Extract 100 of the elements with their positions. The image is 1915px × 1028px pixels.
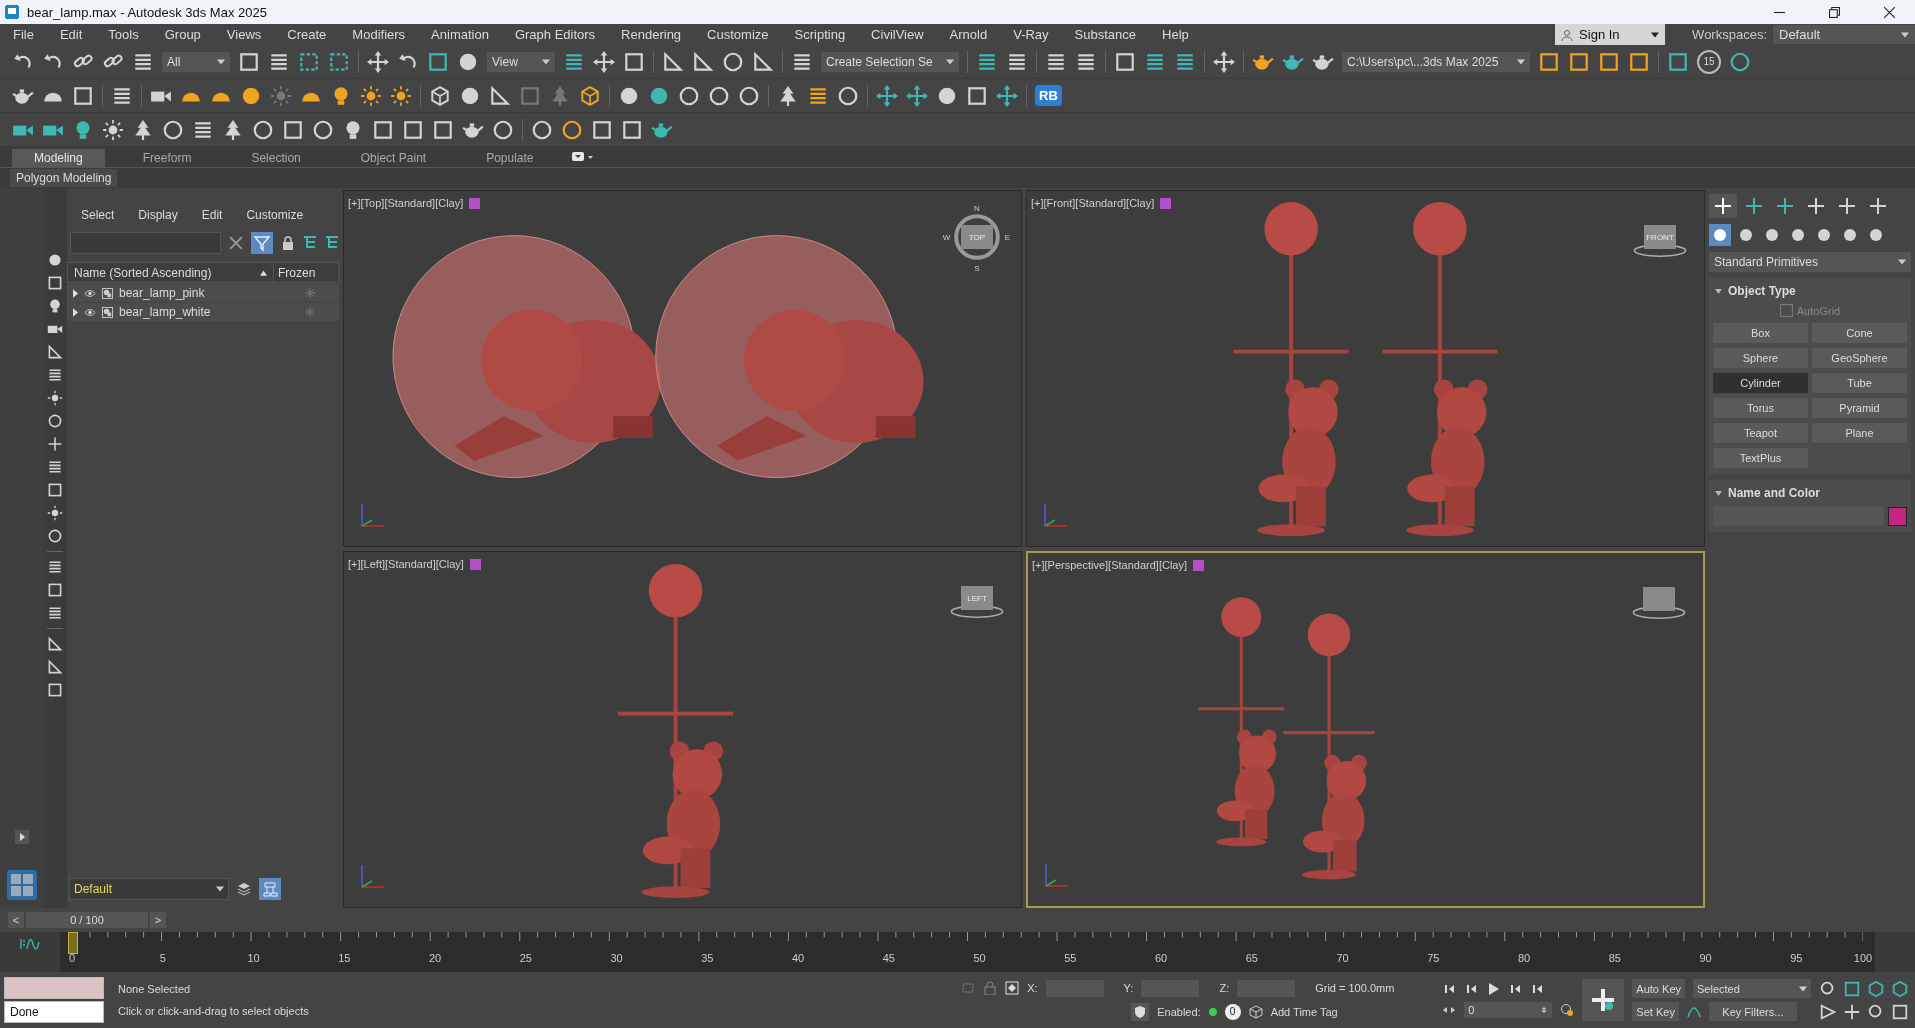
square-icon[interactable] xyxy=(372,118,394,141)
viewport[interactable]: [+][Top][Standard][Clay] N W TOP E S xyxy=(343,190,1022,547)
rollout-title[interactable]: Name and Color xyxy=(1728,486,1820,500)
curve-editor-icon[interactable] xyxy=(20,937,40,951)
primitive-button[interactable]: TextPlus xyxy=(1713,448,1808,468)
previous-frame-button[interactable]: < xyxy=(8,912,24,928)
ribbon-tab[interactable]: Selection xyxy=(229,149,323,167)
dashed-icon[interactable] xyxy=(298,50,320,73)
square-icon[interactable] xyxy=(1667,50,1689,73)
ring-icon[interactable] xyxy=(1729,50,1751,73)
ring-icon[interactable] xyxy=(162,118,184,141)
list-icon[interactable] xyxy=(47,367,63,383)
primitive-button[interactable]: GeoSphere xyxy=(1812,348,1907,368)
compass-letter[interactable]: S xyxy=(974,263,980,273)
ring-icon[interactable] xyxy=(738,84,760,107)
toolbar-dropdown[interactable]: Create Selection Se xyxy=(821,51,959,72)
square-icon[interactable] xyxy=(238,50,260,73)
column-header[interactable]: Name (Sorted Ascending) xyxy=(68,263,274,282)
collapse-arrow-icon[interactable] xyxy=(1715,490,1722,496)
search-field[interactable] xyxy=(70,232,221,254)
move-icon[interactable] xyxy=(996,84,1018,107)
primitive-button[interactable]: Torus xyxy=(1713,398,1808,418)
time-config-icon[interactable] xyxy=(1560,1003,1575,1017)
tree-icon[interactable] xyxy=(222,118,244,141)
square-icon[interactable] xyxy=(621,118,643,141)
ring-icon[interactable] xyxy=(47,413,63,429)
sphere-icon[interactable] xyxy=(47,252,63,268)
square-icon[interactable] xyxy=(1114,50,1136,73)
close-icon[interactable] xyxy=(1884,6,1895,18)
ring-icon[interactable] xyxy=(47,528,63,544)
viewport-label[interactable]: [+][Front][Standard][Clay] xyxy=(1031,197,1155,209)
square-icon[interactable] xyxy=(47,275,63,291)
eye-icon[interactable] xyxy=(84,288,96,298)
menu-item[interactable]: CivilView xyxy=(871,27,924,42)
square-icon[interactable] xyxy=(72,84,94,107)
sign-in-button[interactable]: Sign In xyxy=(1555,24,1666,45)
add-time-tag[interactable]: Add Time Tag xyxy=(1270,1005,1338,1018)
compass-letter[interactable]: E xyxy=(1004,233,1011,243)
column-header[interactable]: Frozen xyxy=(274,265,338,280)
square-icon[interactable] xyxy=(282,118,304,141)
primitives-dropdown[interactable]: Standard Primitives xyxy=(1709,252,1911,272)
frame-navigator[interactable]: < 0 / 100 > xyxy=(8,912,166,928)
move-icon[interactable] xyxy=(876,84,898,107)
explorer-menu-item[interactable]: Display xyxy=(138,208,178,222)
menu-item[interactable]: Graph Editors xyxy=(514,27,596,42)
hierarchy-icon[interactable] xyxy=(303,236,317,250)
clear-icon[interactable] xyxy=(229,236,243,250)
menu-item[interactable]: Views xyxy=(226,27,262,42)
auto-key-button[interactable]: Auto Key xyxy=(1632,979,1685,998)
playback-icon[interactable] xyxy=(1486,982,1501,996)
viewport-label[interactable]: [+][Top][Standard][Clay] xyxy=(348,197,464,209)
viewport-label[interactable]: [+][Left][Standard][Clay] xyxy=(348,558,464,570)
dashed-icon[interactable] xyxy=(328,50,350,73)
primitive-button[interactable]: Cone xyxy=(1812,323,1907,343)
ring-icon[interactable] xyxy=(312,118,334,141)
square-icon[interactable] xyxy=(47,682,63,698)
menu-item[interactable]: Rendering xyxy=(621,27,682,42)
move-icon[interactable] xyxy=(1213,50,1235,73)
command-tab[interactable] xyxy=(1709,194,1737,218)
next-frame-button[interactable]: > xyxy=(150,912,166,928)
ring-icon[interactable] xyxy=(531,118,553,141)
viewport[interactable]: [+][Front][Standard][Clay] FRONT xyxy=(1026,190,1705,547)
square-icon[interactable] xyxy=(427,50,449,73)
triangle-icon[interactable] xyxy=(47,344,63,360)
primitive-button[interactable]: Tube xyxy=(1812,373,1907,393)
ring-icon[interactable] xyxy=(561,118,583,141)
ring-icon[interactable] xyxy=(708,84,730,107)
square-icon[interactable] xyxy=(591,118,613,141)
layers-icon[interactable] xyxy=(237,882,251,896)
viewport[interactable]: [+][Perspective][Standard][Clay] xyxy=(1026,551,1705,908)
eye-icon[interactable] xyxy=(84,307,96,317)
layer-dropdown[interactable]: Default xyxy=(69,878,229,900)
explorer-menu-item[interactable]: Select xyxy=(81,208,115,222)
ring-icon[interactable] xyxy=(722,50,744,73)
ribbon-options-icon[interactable] xyxy=(571,152,594,162)
primitive-button[interactable]: Pyramid xyxy=(1812,398,1907,418)
square-icon[interactable] xyxy=(623,50,645,73)
list-icon[interactable] xyxy=(47,559,63,575)
square-icon[interactable] xyxy=(432,118,454,141)
square-icon[interactable] xyxy=(1843,979,1861,998)
ring-icon[interactable] xyxy=(678,84,700,107)
cube-icon[interactable] xyxy=(579,84,601,107)
spinner-arrows-icon[interactable] xyxy=(1540,1007,1549,1013)
square-icon[interactable] xyxy=(47,482,63,498)
menu-item[interactable]: Scripting xyxy=(794,27,846,42)
viewport[interactable]: [+][Left][Standard][Clay] LEFT xyxy=(343,551,1022,908)
script-listener-field[interactable] xyxy=(4,977,104,999)
ring-icon[interactable] xyxy=(837,84,859,107)
playback-icon[interactable] xyxy=(1442,982,1457,996)
move-icon[interactable] xyxy=(906,84,928,107)
cube-icon[interactable] xyxy=(1867,979,1885,998)
explorer-menu-item[interactable]: Edit xyxy=(201,208,223,222)
ribbon-tab[interactable]: Populate xyxy=(464,149,556,167)
collapse-arrow-icon[interactable] xyxy=(1715,288,1722,294)
key-mode-dropdown[interactable]: Selected xyxy=(1693,979,1811,998)
autosave-counter[interactable]: 15 xyxy=(1697,49,1721,74)
bulb-icon[interactable] xyxy=(47,298,63,314)
menu-item[interactable]: Edit xyxy=(59,27,83,42)
menu-item[interactable]: V-Ray xyxy=(1013,27,1049,42)
filter-icon[interactable] xyxy=(251,232,273,254)
